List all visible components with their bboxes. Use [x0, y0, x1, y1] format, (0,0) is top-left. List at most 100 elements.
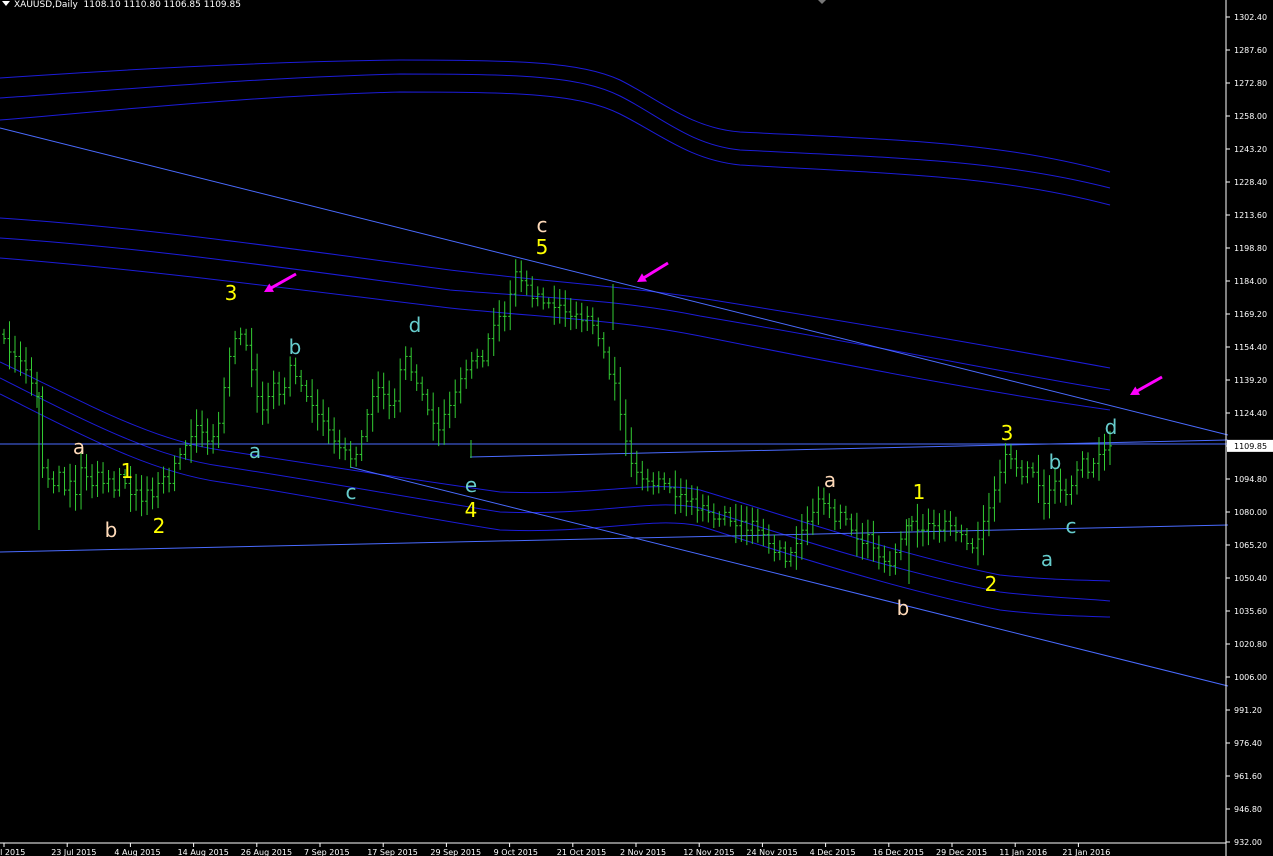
date-tick-label: 2 Nov 2015	[620, 848, 666, 856]
price-chart[interactable]: ab123abcde4c5ab123abcd 1302.401287.60127…	[0, 0, 1273, 856]
ohlc-bar	[2, 328, 6, 344]
ohlc-bar	[255, 353, 260, 413]
ohlc-bar	[612, 356, 617, 401]
ohlc-bar	[403, 346, 408, 380]
ohlc-bar	[189, 419, 194, 463]
ohlc-bar	[68, 463, 73, 508]
wave-label: 5	[536, 235, 549, 259]
ohlc-bar	[744, 506, 749, 546]
ohlc-bar	[623, 399, 628, 457]
ohlc-bar	[684, 479, 689, 517]
ohlc-bar	[739, 505, 744, 542]
ohlc-bar	[579, 302, 584, 333]
ohlc-bar	[926, 508, 931, 546]
ohlc-bar	[238, 327, 243, 346]
ohlc-bar	[953, 516, 958, 542]
ohlc-bar	[293, 357, 298, 385]
ohlc-bar	[376, 371, 381, 413]
ohlc-bar	[546, 297, 551, 309]
price-tick-label: 1258.00	[1234, 112, 1267, 121]
ohlc-bar	[662, 472, 667, 490]
date-tick-label: 29 Dec 2015	[936, 848, 987, 856]
ohlc-bar	[321, 399, 326, 437]
ohlc-bar	[777, 540, 782, 561]
ohlc-bar	[332, 417, 337, 454]
wave-label: b	[105, 518, 118, 542]
trendline	[349, 466, 1229, 687]
ohlc-bar	[35, 371, 40, 408]
trendlines	[0, 127, 1229, 687]
price-tick-label: 1020.80	[1234, 640, 1267, 649]
wave-label: 3	[1001, 421, 1014, 445]
ohlc-bar	[942, 509, 947, 542]
wave-label: 4	[465, 498, 478, 522]
ohlc-bar	[706, 495, 711, 523]
date-tick-label: 9 Oct 2015	[494, 848, 538, 856]
ohlc-bar	[381, 372, 386, 410]
price-tick-label: 1213.60	[1234, 211, 1267, 220]
ohlc-bar	[392, 388, 397, 419]
ohlc-bar	[1041, 469, 1046, 520]
ohlc-bar	[1003, 443, 1008, 484]
ohlc-bar	[200, 410, 205, 448]
wave-label: c	[537, 213, 548, 237]
ohlc-bar	[205, 418, 210, 455]
ohlc-bar	[898, 531, 903, 561]
ohlc-bar	[794, 526, 799, 570]
ohlc-bar	[530, 276, 535, 308]
ohlc-bar	[370, 379, 375, 432]
ohlc-bar	[508, 280, 513, 331]
ohlc-bar	[992, 476, 997, 522]
ohlc-bar	[398, 358, 403, 413]
ohlc-bar	[326, 407, 331, 444]
ohlc-bar	[139, 475, 144, 517]
ohlc-bar	[937, 513, 942, 543]
ohlc-bar	[689, 485, 694, 515]
ohlc-bar	[95, 460, 100, 497]
ohlc-bar	[1085, 452, 1090, 479]
ohlc-bar	[524, 270, 529, 296]
ohlc-bar	[656, 471, 661, 494]
ohlc-bar	[1036, 454, 1041, 504]
ohlc-bar	[519, 260, 524, 293]
ohlc-bar	[678, 478, 683, 513]
wave-label: 2	[153, 514, 166, 538]
ohlc-bar	[1091, 458, 1096, 478]
ohlc-bar	[629, 427, 634, 478]
price-tick-label: 1065.20	[1234, 541, 1267, 550]
ohlc-bar	[750, 507, 755, 544]
price-tick-label: 1228.40	[1234, 178, 1267, 187]
ohlc-bar	[387, 380, 392, 420]
date-tick-label: 14 Aug 2015	[178, 848, 229, 856]
price-tick-label: 932.00	[1234, 838, 1262, 847]
ohlc-bar	[453, 379, 458, 419]
price-tick-label: 1006.00	[1234, 673, 1267, 682]
ohlc-bar	[249, 327, 254, 388]
ohlc-bar	[13, 335, 18, 373]
trendline	[469, 439, 1229, 458]
ohlc-bar	[634, 450, 639, 485]
arrow-shaft	[1134, 375, 1163, 394]
ohlc-bar	[475, 348, 480, 369]
ohlc-bar	[887, 551, 892, 576]
ohlc-bar	[964, 528, 969, 551]
envelope-bands	[0, 59, 1111, 618]
date-tick-label: 24 Nov 2015	[746, 848, 797, 856]
ohlc-bar	[563, 290, 568, 327]
price-tick-label: 961.60	[1234, 772, 1262, 781]
ohlc-bar	[585, 306, 590, 331]
annotation-arrow	[264, 272, 297, 292]
ohlc-bar	[618, 367, 623, 431]
ohlc-bar	[920, 514, 925, 547]
ohlc-bar	[304, 380, 309, 402]
ohlc-bar	[227, 347, 232, 397]
ohlc-bar	[827, 493, 832, 519]
wave-label: d	[409, 313, 422, 337]
envelope-line	[0, 217, 1111, 369]
ohlc-bar	[502, 301, 507, 332]
ohlc-bar	[464, 359, 469, 389]
date-tick-label: 29 Sep 2015	[430, 848, 481, 856]
envelope-line	[0, 59, 1111, 173]
ohlc-bar	[90, 464, 95, 499]
wave-label: d	[1105, 415, 1118, 439]
